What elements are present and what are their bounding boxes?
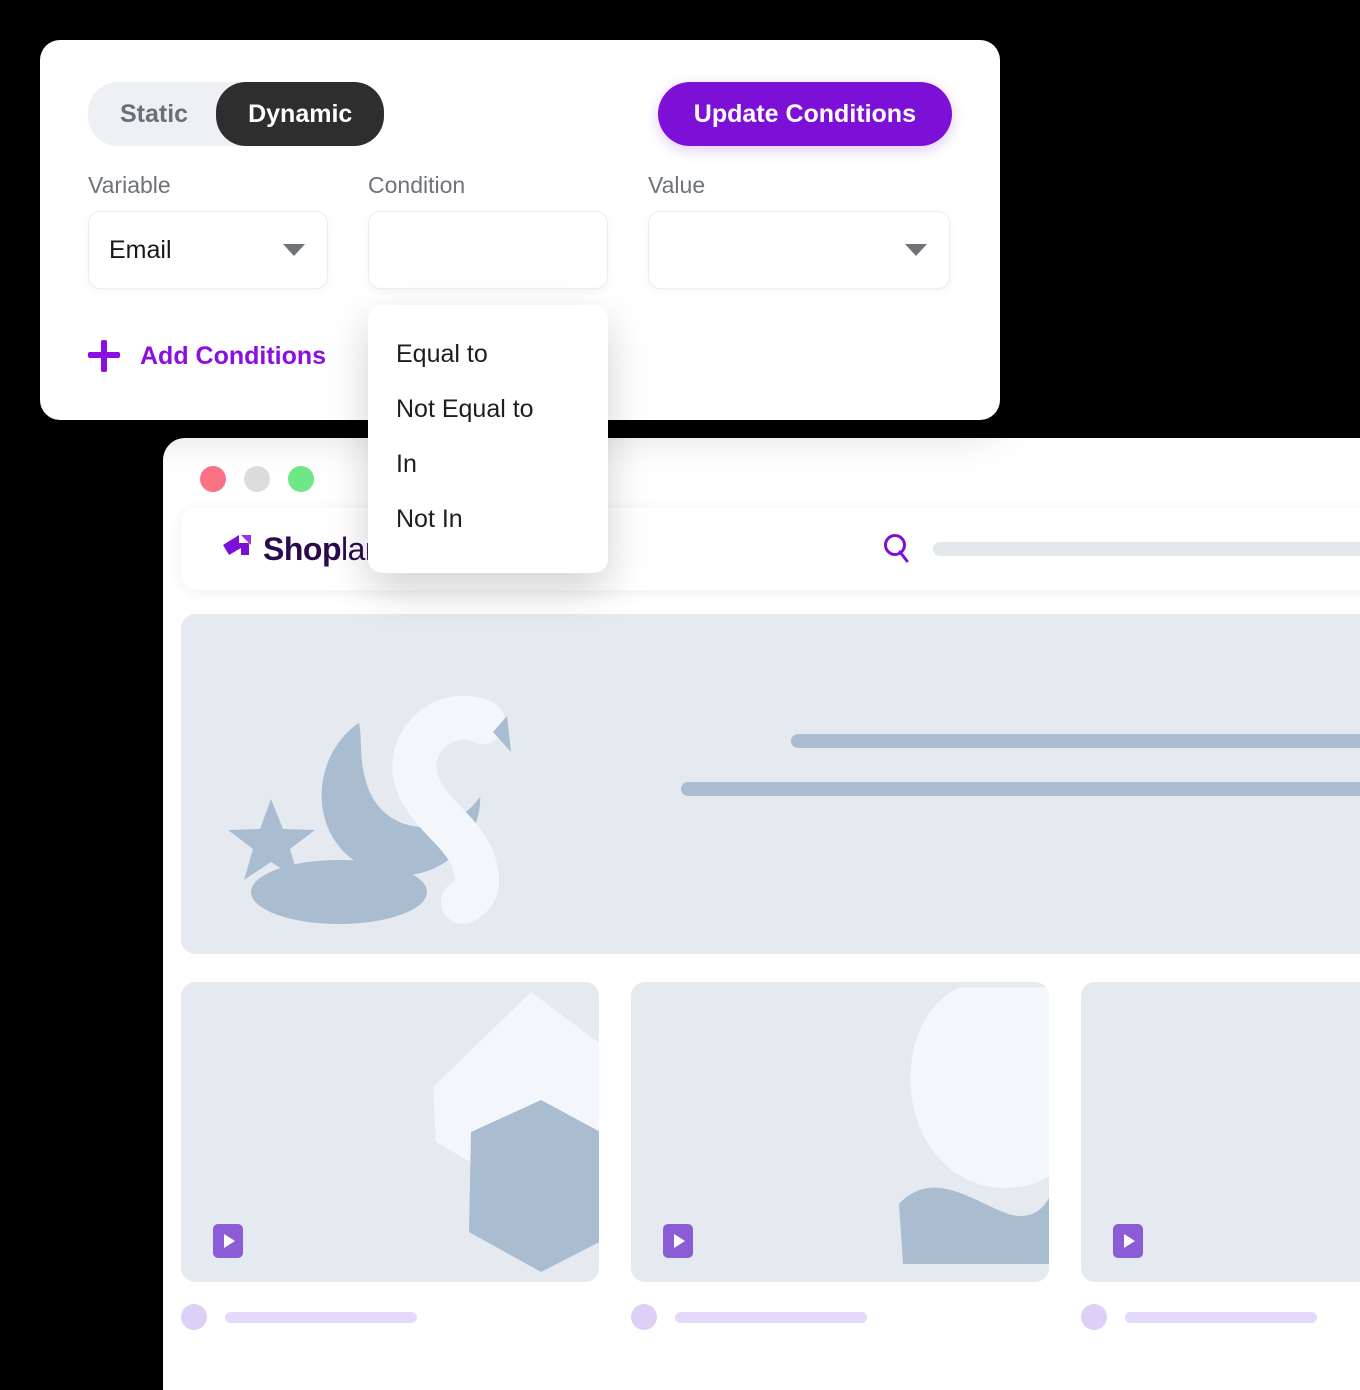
screenshot-stage: Shoplane	[0, 0, 1360, 1390]
product-card-meta	[631, 1304, 1049, 1330]
product-card[interactable]	[181, 982, 599, 1330]
avatar	[631, 1304, 657, 1330]
condition-fields-row: Variable Email Condition Value	[88, 172, 950, 289]
add-conditions-label: Add Conditions	[140, 341, 327, 370]
brand-name-bold: Shop	[263, 531, 341, 567]
play-icon[interactable]	[213, 1224, 243, 1258]
product-card-media[interactable]	[1081, 982, 1360, 1282]
hero-skeleton-line	[681, 782, 1360, 796]
product-card[interactable]	[631, 982, 1049, 1330]
value-select[interactable]	[648, 211, 950, 289]
play-icon[interactable]	[663, 1224, 693, 1258]
condition-select[interactable]	[368, 211, 608, 289]
condition-field-label: Condition	[368, 172, 466, 198]
value-field-group: Value	[648, 172, 950, 289]
avatar	[181, 1304, 207, 1330]
variable-select-value: Email	[109, 235, 172, 264]
site-search[interactable]	[881, 532, 1360, 566]
product-card-media[interactable]	[631, 982, 1049, 1282]
add-conditions-button[interactable]: Add Conditions	[88, 340, 326, 372]
product-card-media[interactable]	[181, 982, 599, 1282]
product-card[interactable]	[1081, 982, 1360, 1330]
variable-select[interactable]: Email	[88, 211, 328, 289]
mode-toggle[interactable]: Static Dynamic	[88, 82, 385, 146]
product-card-meta	[181, 1304, 599, 1330]
value-field-label: Value	[648, 172, 706, 198]
close-red-icon[interactable]	[200, 466, 226, 492]
chevron-down-icon[interactable]	[283, 244, 305, 256]
tab-static[interactable]: Static	[88, 82, 216, 146]
plus-icon	[88, 340, 120, 372]
dropdown-option-not-in[interactable]: Not In	[368, 492, 608, 547]
hero-skeleton-line	[791, 734, 1360, 748]
product-card-list	[181, 982, 1360, 1330]
avatar	[1081, 1304, 1107, 1330]
dropdown-option-equal-to[interactable]: Equal to	[368, 327, 608, 382]
browser-window: Shoplane	[163, 438, 1360, 1390]
crescent-placeholder-icon	[899, 987, 1049, 1264]
product-title-skeleton	[225, 1311, 417, 1323]
play-icon[interactable]	[1113, 1224, 1143, 1258]
condition-field-group: Condition	[368, 172, 608, 289]
chevron-down-icon[interactable]	[905, 244, 927, 256]
update-conditions-button[interactable]: Update Conditions	[657, 82, 952, 146]
dropdown-option-not-equal-to[interactable]: Not Equal to	[368, 382, 608, 437]
hexagon-placeholder-icon	[433, 992, 599, 1272]
product-title-skeleton	[675, 1311, 867, 1323]
variable-field-group: Variable Email	[88, 172, 328, 289]
shoplane-arrow-icon	[223, 535, 251, 555]
hero-banner	[181, 614, 1360, 954]
search-icon[interactable]	[881, 532, 915, 566]
maximize-green-icon[interactable]	[288, 466, 314, 492]
product-title-skeleton	[1125, 1311, 1317, 1323]
condition-dropdown-menu[interactable]: Equal to Not Equal to In Not In	[368, 305, 608, 573]
hero-skeleton-text	[681, 734, 1360, 796]
search-input-placeholder-bar[interactable]	[933, 542, 1360, 556]
site-header: Shoplane	[181, 508, 1360, 590]
tab-dynamic[interactable]: Dynamic	[216, 82, 385, 146]
product-card-meta	[1081, 1304, 1360, 1330]
window-traffic-lights	[200, 466, 314, 492]
moon-star-placeholder-icon	[228, 695, 511, 924]
minimize-grey-icon[interactable]	[244, 466, 270, 492]
variable-field-label: Variable	[88, 172, 171, 198]
dropdown-option-in[interactable]: In	[368, 437, 608, 492]
